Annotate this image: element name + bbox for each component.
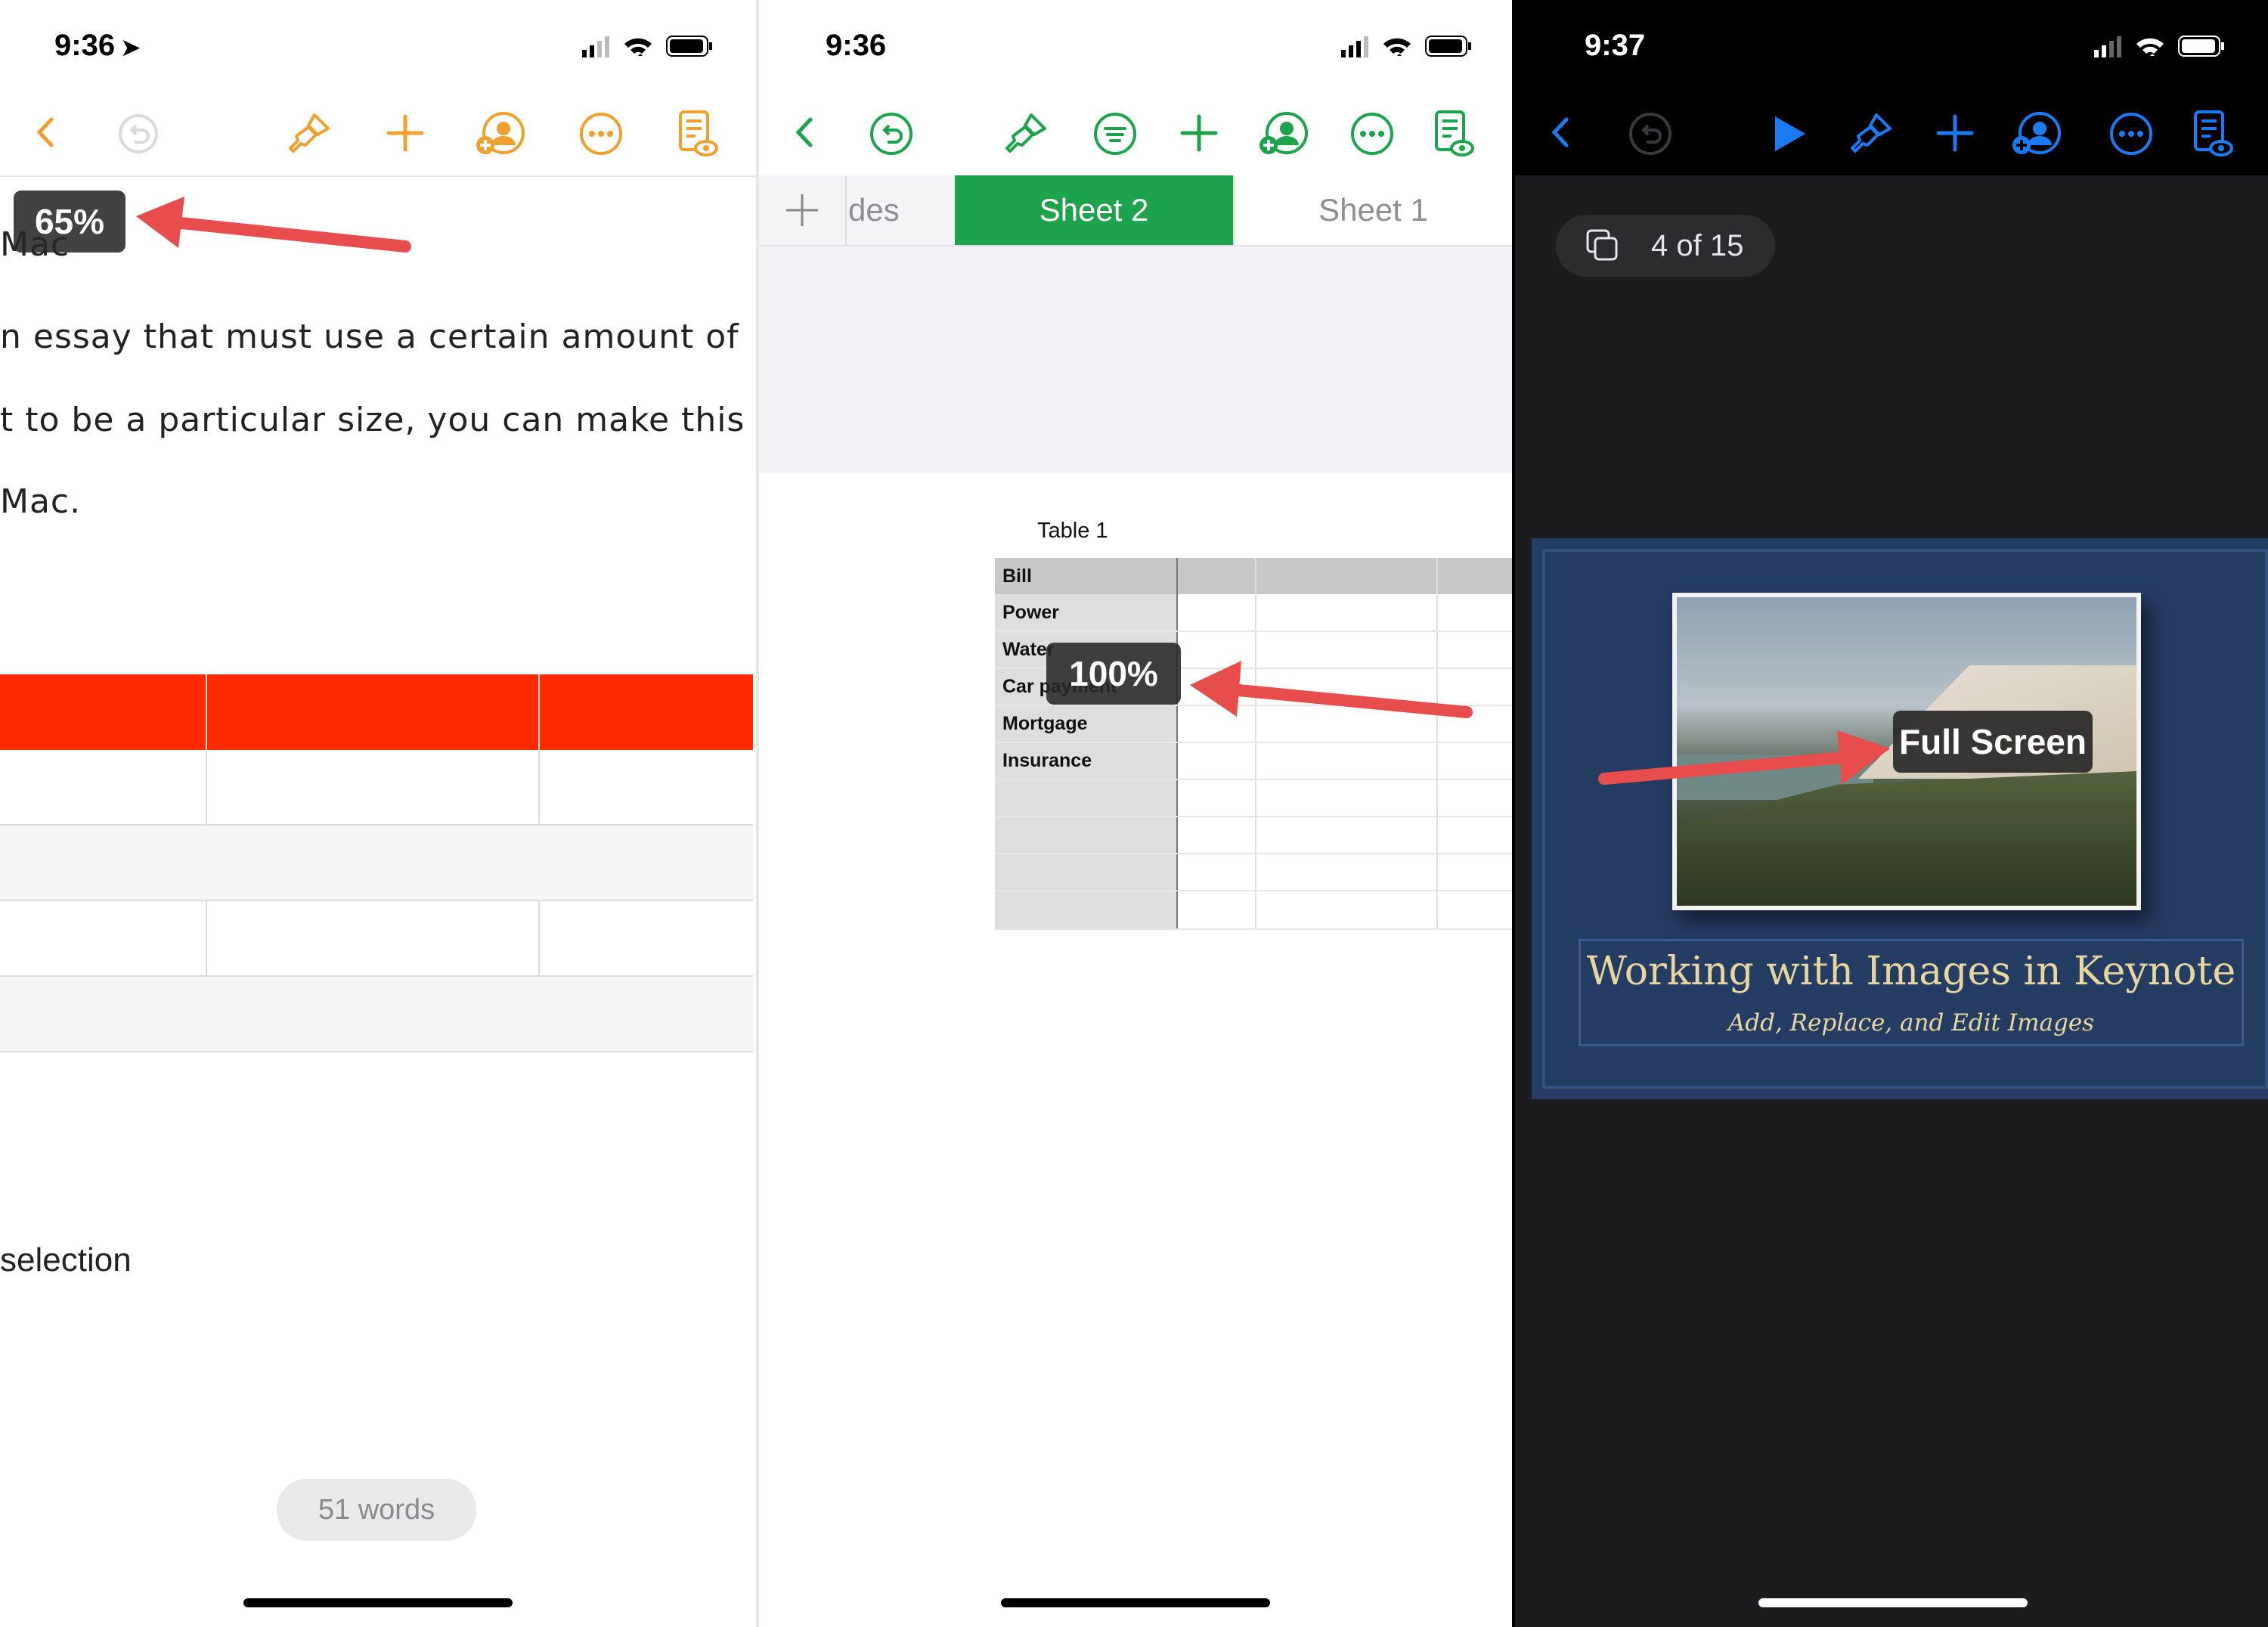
doc-text-line: t to be a particular size, you can make … — [0, 401, 745, 439]
selection-text: selection — [0, 1241, 132, 1278]
doc-text-line: Mac. — [0, 482, 82, 521]
slide-title: Working with Images in Keynote — [1586, 949, 2236, 994]
status-icons — [1341, 35, 1477, 57]
table-title: Table 1 — [1037, 519, 1108, 543]
chevron-left-icon — [36, 117, 54, 147]
back-button[interactable] — [1544, 115, 1579, 150]
zoom-level-badge: 100% — [1046, 643, 1181, 705]
paintbrush-icon — [1005, 113, 1046, 153]
spreadsheet-table[interactable] — [995, 558, 1512, 930]
row-label[interactable]: Insurance — [1002, 750, 1092, 772]
slide-navigator-button[interactable]: 4 of 15 — [1556, 215, 1775, 277]
slide-canvas[interactable]: Working with Images in Keynote Add, Repl… — [1532, 538, 2268, 1099]
column-divider — [1255, 558, 1256, 930]
view-options-button[interactable] — [677, 109, 718, 159]
document-table[interactable] — [0, 674, 753, 1052]
word-count-pill[interactable]: 51 words — [277, 1479, 476, 1541]
tab-sheet-1[interactable]: Sheet 1 — [1233, 175, 1512, 245]
status-time: 9:37 — [1585, 29, 1646, 62]
full-screen-tooltip: Full Screen — [1893, 711, 2093, 773]
plus-icon — [1936, 114, 1974, 152]
slide-subtitle: Add, Replace, and Edit Images — [1727, 1009, 2095, 1037]
status-icons — [582, 35, 718, 57]
collaborate-button[interactable] — [475, 110, 525, 157]
more-icon — [2110, 113, 2152, 155]
back-button[interactable] — [788, 115, 823, 150]
undo-button[interactable] — [1628, 112, 1672, 156]
insert-button[interactable] — [1179, 113, 1219, 153]
home-indicator — [1758, 1598, 2028, 1607]
annotation-arrow — [1598, 730, 1890, 785]
collaborate-button[interactable] — [2011, 110, 2061, 157]
column-divider — [1436, 558, 1438, 930]
play-icon — [1775, 116, 1805, 151]
tab-sheet-2[interactable]: Sheet 2 — [955, 175, 1233, 245]
doc-text-line: n essay that must use a certain amount o… — [0, 318, 739, 356]
status-icons — [2094, 35, 2230, 57]
insert-button[interactable] — [1935, 113, 1975, 153]
collaborate-icon — [476, 112, 525, 154]
undo-button[interactable] — [869, 112, 913, 156]
canvas-top-area — [759, 246, 1512, 473]
home-indicator — [1001, 1598, 1270, 1607]
pages-panel: 9:36 ➤ Mac n essay that must use a certa… — [0, 0, 756, 1627]
format-button[interactable] — [286, 110, 333, 157]
slide-counter: 4 of 15 — [1651, 229, 1744, 262]
table-row — [0, 901, 753, 977]
back-button[interactable] — [29, 115, 64, 150]
status-time: 9:36 — [826, 29, 887, 62]
view-options-icon — [1435, 110, 1474, 157]
more-button[interactable] — [1350, 112, 1394, 156]
view-options-icon — [2194, 110, 2233, 157]
more-icon — [1351, 113, 1393, 155]
table-header-row — [0, 674, 753, 750]
filter-icon — [1094, 113, 1136, 155]
add-sheet-button[interactable] — [759, 175, 847, 245]
table-header-row — [995, 558, 1512, 594]
view-options-button[interactable] — [2192, 109, 2233, 159]
format-button[interactable] — [1002, 110, 1049, 157]
keynote-panel: 9:37 4 of 15 Working with Images in Keyn… — [1515, 0, 2268, 1627]
table-row — [0, 826, 753, 901]
chevron-left-icon — [1551, 117, 1569, 147]
undo-icon — [119, 114, 158, 153]
row-label[interactable]: Power — [1002, 602, 1059, 624]
annotation-arrow — [136, 197, 411, 253]
plus-icon — [1180, 114, 1218, 152]
status-time: 9:36 ➤ — [54, 29, 141, 62]
more-button[interactable] — [579, 112, 623, 156]
zoom-level-badge: 65% — [14, 191, 125, 253]
slides-icon — [1586, 229, 1618, 261]
table-row — [0, 977, 753, 1052]
plus-icon — [386, 114, 424, 152]
paintbrush-icon — [1851, 113, 1892, 153]
table-row — [0, 750, 753, 826]
chevron-left-icon — [795, 117, 813, 147]
row-label[interactable]: Bill — [1002, 566, 1032, 587]
plus-icon — [786, 194, 818, 226]
more-icon — [580, 113, 622, 155]
more-button[interactable] — [2109, 112, 2153, 156]
view-options-button[interactable] — [1433, 109, 1474, 159]
undo-icon — [1629, 113, 1672, 155]
filter-button[interactable] — [1093, 112, 1137, 156]
row-label[interactable]: Mortgage — [1002, 713, 1088, 735]
numbers-panel: 9:36 des Sheet 2 Sheet 1 Table 1 Bill Po… — [759, 0, 1512, 1627]
annotation-arrow — [1190, 661, 1473, 718]
format-button[interactable] — [1848, 110, 1895, 157]
tab-slides[interactable]: des — [847, 175, 953, 245]
collaborate-button[interactable] — [1258, 110, 1308, 157]
collaborate-icon — [1259, 112, 1308, 154]
title-frame: Working with Images in Keynote Add, Repl… — [1579, 939, 2244, 1046]
collaborate-icon — [2012, 112, 2061, 154]
paintbrush-icon — [289, 113, 330, 153]
undo-icon — [870, 113, 912, 155]
column-divider — [1176, 558, 1178, 930]
insert-button[interactable] — [386, 113, 425, 153]
play-button[interactable] — [1771, 113, 1808, 154]
view-options-icon — [679, 110, 718, 157]
toolbar-divider — [0, 175, 756, 177]
home-indicator — [243, 1598, 513, 1607]
undo-button[interactable] — [118, 113, 159, 154]
